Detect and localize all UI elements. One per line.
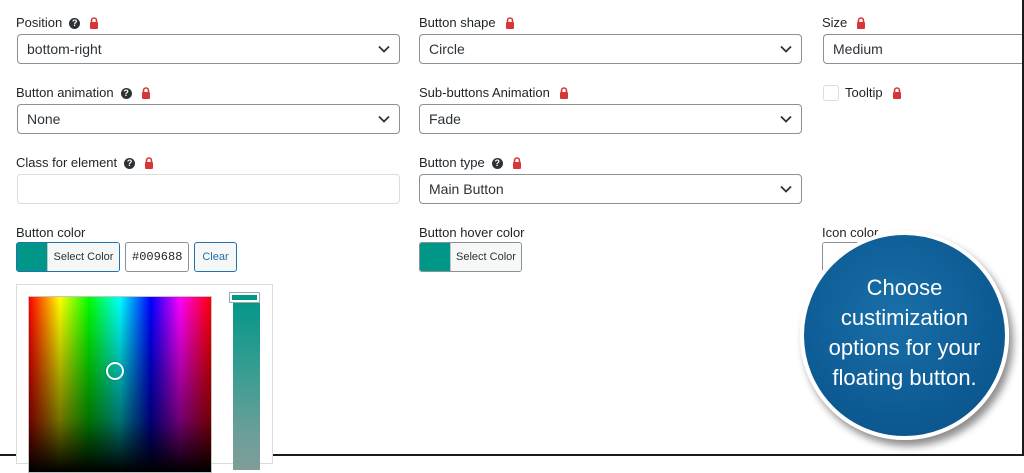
class-for-element-input[interactable] [17, 174, 400, 204]
color-strip[interactable] [233, 295, 260, 470]
size-select[interactable]: Medium [823, 34, 1022, 64]
question-mark-icon[interactable]: ? [120, 87, 132, 99]
color-spectrum[interactable] [28, 296, 212, 473]
question-mark-icon[interactable]: ? [491, 157, 503, 169]
position-field: Position ? [16, 14, 99, 32]
button-type-value: Main Button [429, 181, 504, 197]
lock-icon [559, 87, 569, 99]
sub-buttons-animation-select[interactable]: Fade [419, 104, 802, 134]
button-shape-value: Circle [429, 41, 465, 57]
lock-icon [892, 87, 902, 99]
button-animation-select[interactable]: None [17, 104, 400, 134]
tooltip-label-row: Tooltip [845, 84, 902, 102]
tooltip-label: Tooltip [845, 85, 883, 100]
lock-icon [141, 87, 151, 99]
tooltip-field: Tooltip [845, 84, 902, 102]
button-type-label: Button type [419, 155, 485, 170]
size-field: Size [822, 14, 866, 32]
chevron-down-icon [780, 115, 792, 123]
button-type-select[interactable]: Main Button [419, 174, 802, 204]
class-for-element-label: Class for element [16, 155, 118, 170]
lock-icon [89, 17, 99, 29]
color-picker [16, 284, 273, 473]
button-shape-label-row: Button shape [419, 14, 515, 32]
button-hover-color-select-label: Select Color [450, 243, 521, 271]
callout-line-4: floating button. [832, 365, 977, 390]
position-label: Position [16, 15, 63, 30]
button-color-select-label: Select Color [47, 243, 119, 271]
button-hover-color-select-button[interactable]: Select Color [419, 242, 522, 272]
button-shape-field: Button shape [419, 14, 515, 32]
button-animation-label: Button animation [16, 85, 114, 100]
button-animation-label-row: Button animation ? [16, 84, 151, 102]
sub-buttons-animation-value: Fade [429, 111, 461, 127]
button-hover-color-label: Button hover color [419, 225, 525, 240]
callout-line-3: options for your [828, 335, 981, 360]
position-select[interactable]: bottom-right [17, 34, 400, 64]
lock-icon [505, 17, 515, 29]
chevron-down-icon [378, 45, 390, 53]
button-shape-select[interactable]: Circle [419, 34, 802, 64]
button-color-hex-input[interactable]: #009688 [125, 242, 189, 272]
question-mark-icon[interactable]: ? [69, 17, 81, 29]
button-animation-field: Button animation ? [16, 84, 151, 102]
chevron-down-icon [378, 115, 390, 123]
strip-handle[interactable] [230, 293, 259, 302]
callout-line-2: custimization [840, 305, 969, 330]
button-animation-value: None [27, 111, 61, 127]
sub-buttons-animation-field: Sub-buttons Animation [419, 84, 569, 102]
question-mark-icon[interactable]: ? [124, 157, 136, 169]
lock-icon [856, 17, 866, 29]
size-label-row: Size [822, 14, 866, 32]
lock-icon [144, 157, 154, 169]
position-label-row: Position ? [16, 14, 99, 32]
size-label: Size [822, 15, 848, 30]
button-shape-label: Button shape [419, 15, 496, 30]
button-type-field: Button type ? [419, 154, 522, 172]
button-color-swatch [17, 243, 47, 271]
button-color-label: Button color [16, 225, 86, 240]
button-hover-color-field: Button hover color [419, 224, 525, 242]
callout-bubble: Choose custimization options for your fl… [800, 231, 1009, 440]
class-for-element-field: Class for element ? [16, 154, 154, 172]
button-color-select-button[interactable]: Select Color [16, 242, 120, 272]
callout-line-1: Choose [866, 275, 943, 300]
spectrum-handle[interactable] [106, 362, 124, 380]
button-type-label-row: Button type ? [419, 154, 522, 172]
class-for-element-label-row: Class for element ? [16, 154, 154, 172]
chevron-down-icon [780, 45, 792, 53]
button-color-clear-button[interactable]: Clear [194, 242, 237, 272]
chevron-down-icon [780, 185, 792, 193]
tooltip-checkbox[interactable] [823, 85, 839, 101]
button-color-field: Button color [16, 224, 85, 242]
sub-buttons-animation-label-row: Sub-buttons Animation [419, 84, 569, 102]
sub-buttons-animation-label: Sub-buttons Animation [419, 85, 550, 100]
position-value: bottom-right [27, 41, 102, 57]
lock-icon [512, 157, 522, 169]
button-hover-color-swatch [420, 243, 450, 271]
size-value: Medium [833, 41, 883, 57]
